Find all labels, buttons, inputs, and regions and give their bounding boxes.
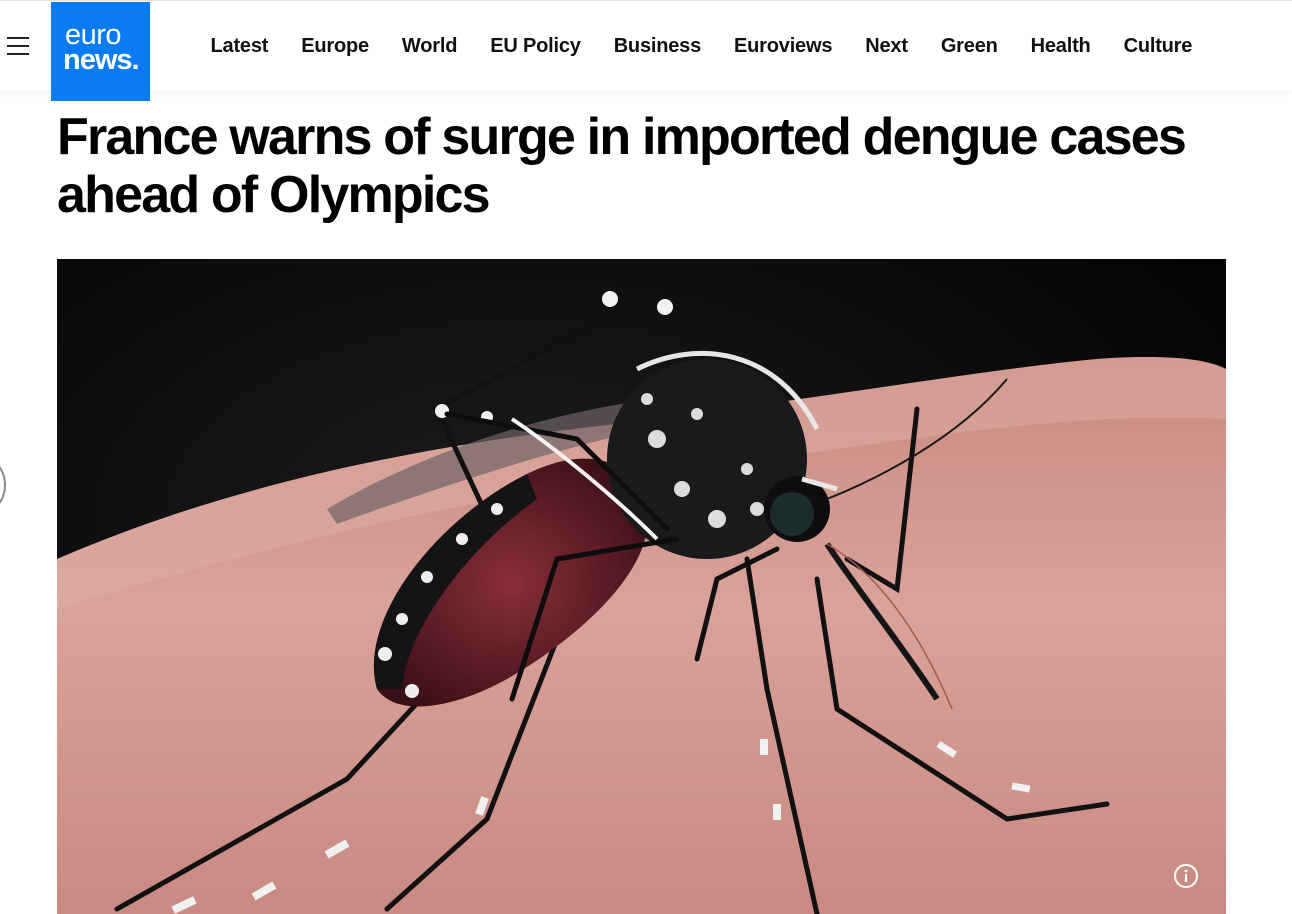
nav-item-euroviews[interactable]: Euroviews: [718, 35, 849, 58]
nav-item-latest[interactable]: Latest: [194, 35, 285, 58]
nav-item-europe[interactable]: Europe: [285, 35, 386, 58]
nav-item-business[interactable]: Business: [597, 35, 717, 58]
nav-item-eu-policy[interactable]: EU Policy: [474, 35, 597, 58]
article-headline: France warns of surge in imported dengue…: [57, 108, 1187, 224]
info-icon[interactable]: [1174, 864, 1198, 888]
hamburger-icon[interactable]: [7, 35, 29, 55]
nav-item-world[interactable]: World: [385, 35, 473, 58]
euronews-logo[interactable]: euro news.: [51, 2, 150, 101]
nav-item-culture[interactable]: Culture: [1107, 35, 1209, 58]
nav-item-health[interactable]: Health: [1014, 35, 1107, 58]
logo-text-news: news.: [63, 44, 140, 76]
mosquito-illustration: [57, 259, 1226, 914]
side-scroll-control[interactable]: [0, 452, 6, 518]
hero-image: [57, 259, 1226, 914]
nav-item-green[interactable]: Green: [924, 35, 1014, 58]
nav-item-next[interactable]: Next: [849, 35, 925, 58]
site-header: Latest Europe World EU Policy Business E…: [0, 0, 1292, 91]
main-nav: Latest Europe World EU Policy Business E…: [194, 1, 1209, 91]
